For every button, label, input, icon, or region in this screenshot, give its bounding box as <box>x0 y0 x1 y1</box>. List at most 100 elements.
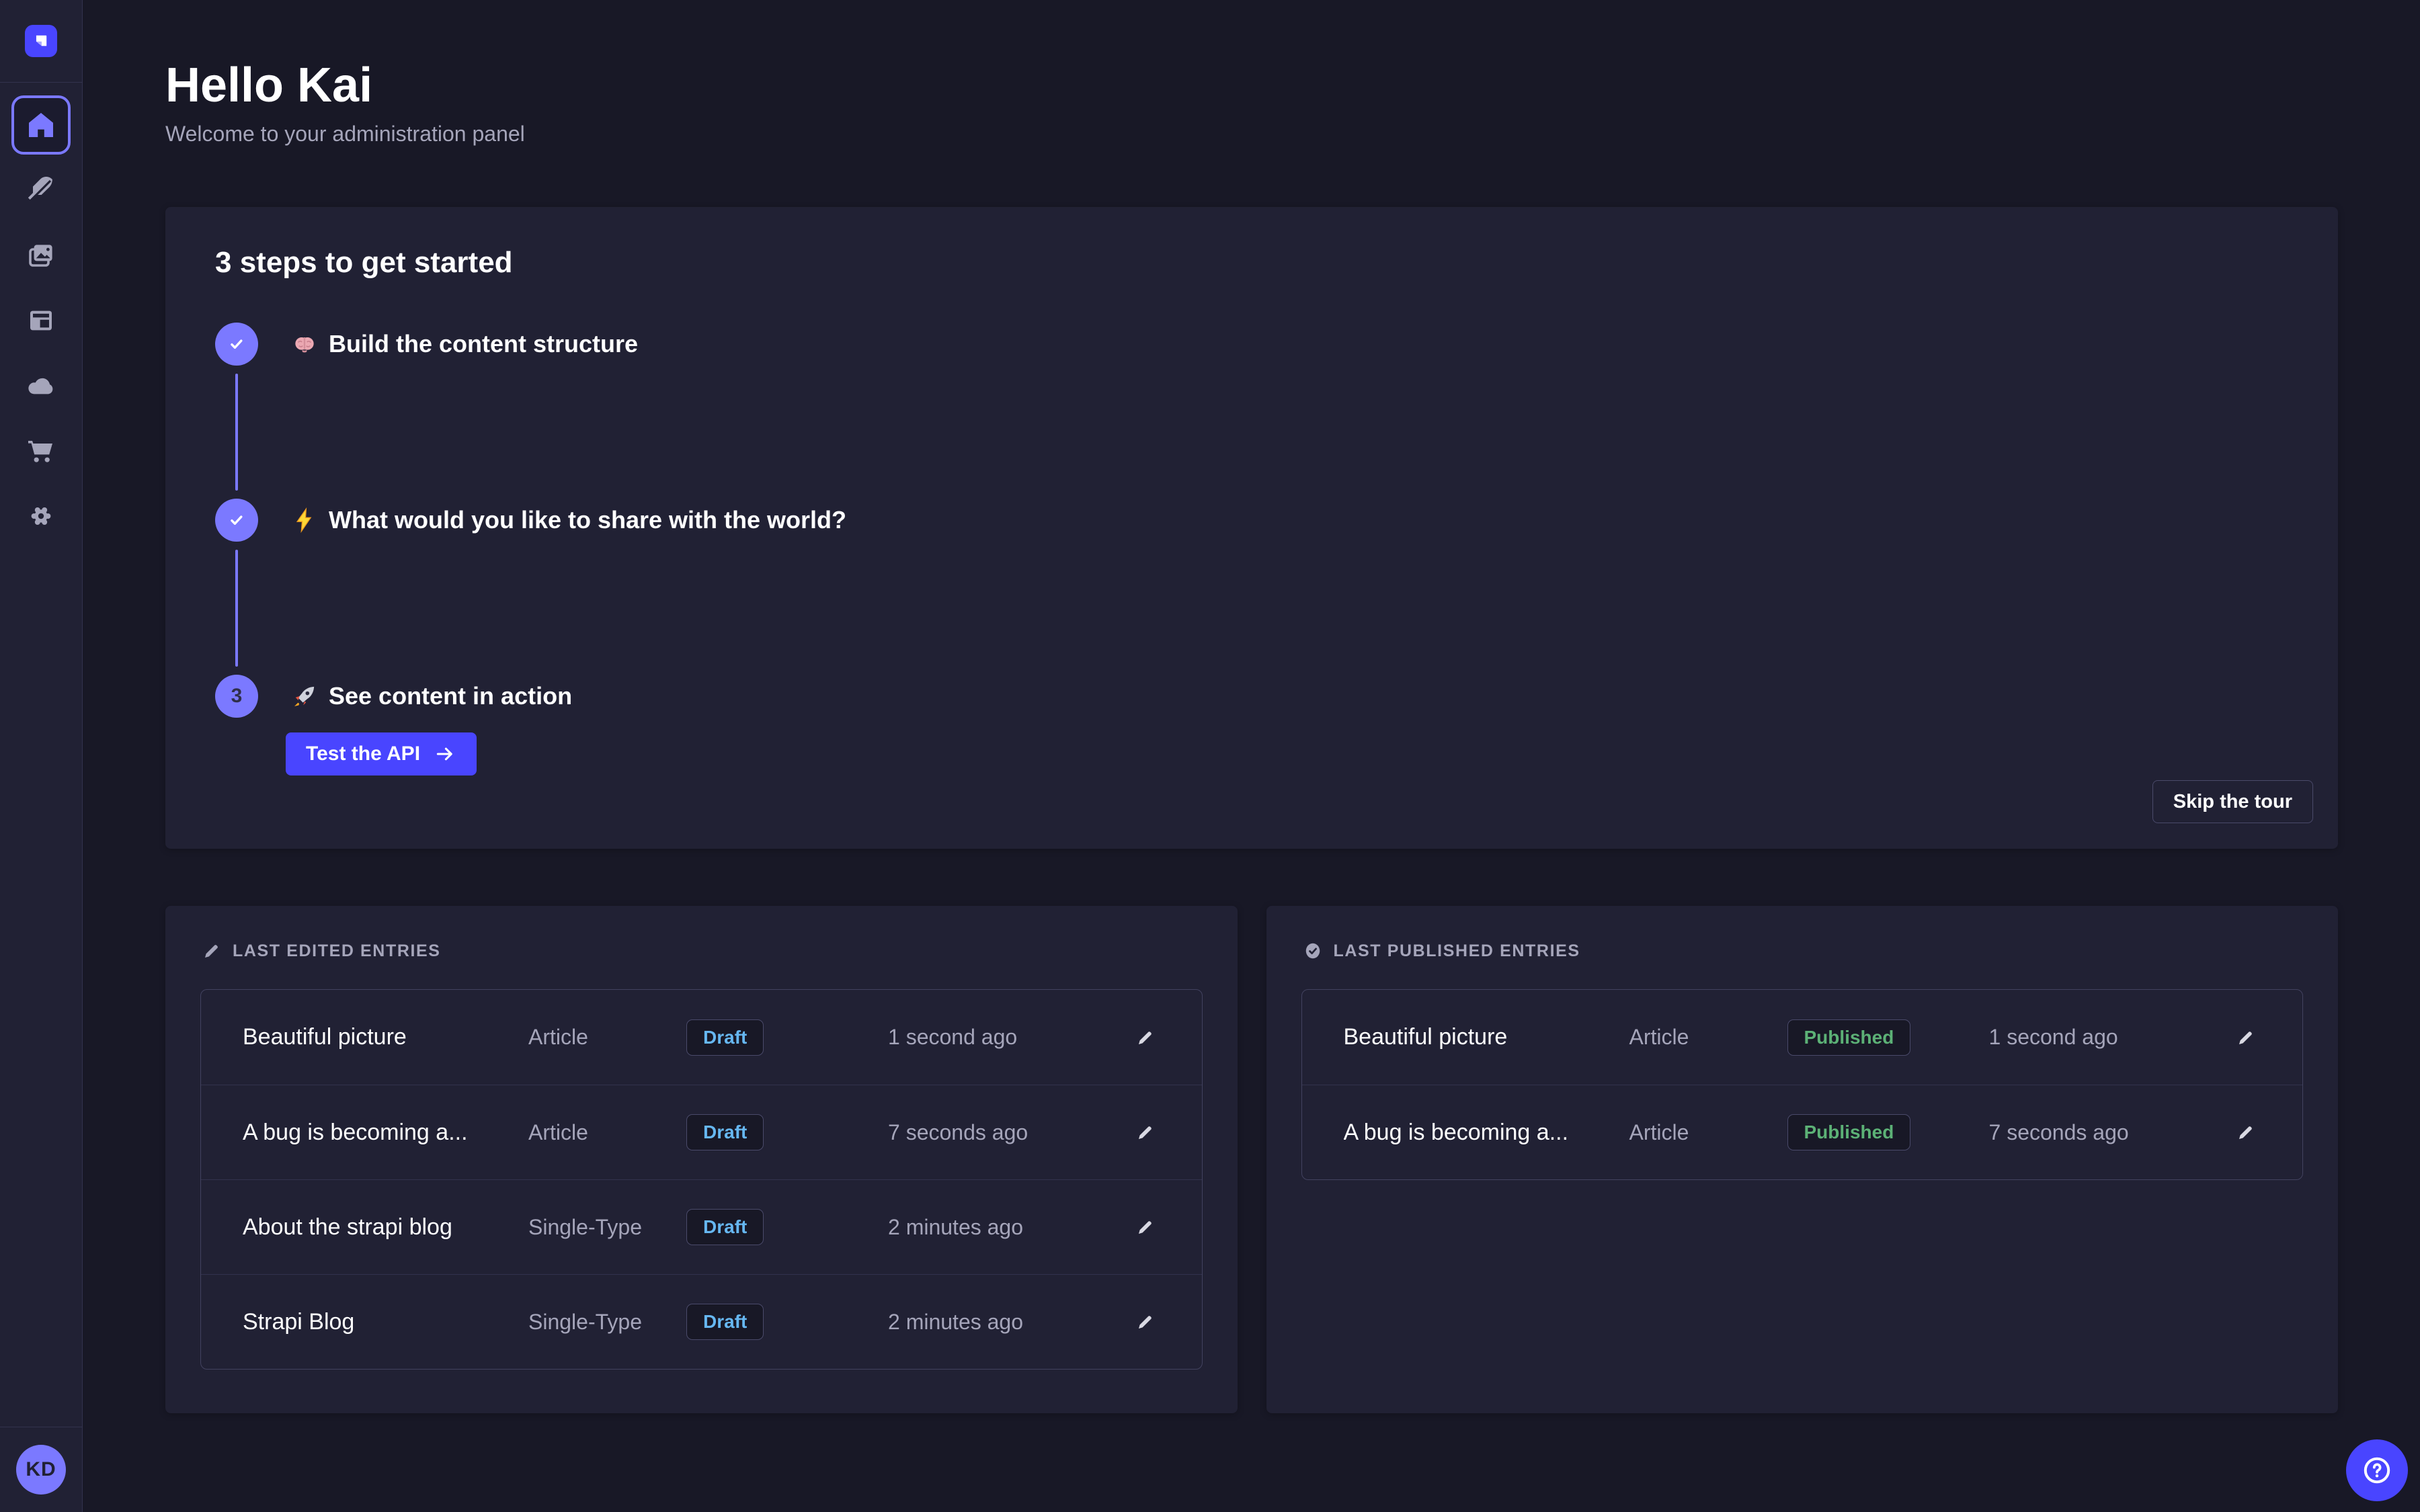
strapi-logo-icon <box>30 30 52 52</box>
main-content: Hello Kai Welcome to your administration… <box>83 0 2420 1413</box>
entry-type: Article <box>528 1120 686 1145</box>
avatar[interactable]: KD <box>16 1445 66 1495</box>
table-row[interactable]: About the strapi blog Single-Type Draft … <box>201 1179 1202 1274</box>
edit-entry-button[interactable] <box>2231 1118 2261 1147</box>
entry-type: Single-Type <box>528 1310 686 1335</box>
sidebar-item-media-library[interactable] <box>11 226 71 285</box>
tour-step: 3 <box>215 675 2288 718</box>
pencil-icon <box>2235 1121 2257 1144</box>
entry-time: 7 seconds ago <box>888 1120 1117 1145</box>
entry-title: A bug is becoming a... <box>1344 1120 1629 1146</box>
status-badge: Draft <box>686 1114 764 1150</box>
last-published-card: LAST PUBLISHED ENTRIES Beautiful picture… <box>1266 906 2339 1413</box>
sidebar-footer: KD <box>0 1427 82 1512</box>
table-row[interactable]: Beautiful picture Article Draft 1 second… <box>201 990 1202 1085</box>
sidebar-item-home[interactable] <box>11 95 71 155</box>
sidebar-item-content-manager[interactable] <box>11 291 71 350</box>
guided-tour-card: 3 steps to get started 1 <box>165 207 2338 849</box>
feather-icon <box>25 174 57 206</box>
last-published-table: Beautiful picture Article Published 1 se… <box>1301 989 2304 1180</box>
entry-title: Beautiful picture <box>243 1024 528 1050</box>
entry-type: Article <box>528 1025 686 1050</box>
pencil-icon <box>1135 1121 1156 1144</box>
step-indicator: 2 <box>215 499 258 542</box>
test-api-button[interactable]: Test the API <box>286 732 477 775</box>
step-number: 3 <box>231 685 243 708</box>
skip-tour-button[interactable]: Skip the tour <box>2152 780 2313 823</box>
last-edited-card: LAST EDITED ENTRIES Beautiful picture Ar… <box>165 906 1238 1413</box>
pencil-icon <box>1135 1216 1156 1238</box>
entry-title: A bug is becoming a... <box>243 1120 528 1146</box>
last-published-title: LAST PUBLISHED ENTRIES <box>1334 941 1580 961</box>
status-badge: Published <box>1787 1019 1911 1056</box>
sidebar-item-marketplace[interactable] <box>11 421 71 480</box>
page-subtitle: Welcome to your administration panel <box>165 122 2338 146</box>
entry-title: Beautiful picture <box>1344 1024 1629 1050</box>
entry-time: 7 seconds ago <box>1989 1120 2218 1145</box>
entry-time: 2 minutes ago <box>888 1215 1117 1240</box>
check-icon <box>225 333 248 355</box>
table-row[interactable]: Beautiful picture Article Published 1 se… <box>1302 990 2303 1085</box>
question-icon <box>2361 1454 2393 1486</box>
tour-step: 2 What would <box>215 499 2288 675</box>
sidebar-item-settings[interactable] <box>11 487 71 546</box>
test-api-label: Test the API <box>306 743 420 765</box>
logo-section <box>0 0 82 83</box>
lightning-icon <box>291 507 318 534</box>
rocket-icon <box>291 683 318 710</box>
guided-tour-title: 3 steps to get started <box>215 246 2288 280</box>
cart-icon <box>25 435 57 467</box>
sidebar-item-cloud[interactable] <box>11 356 71 415</box>
entry-type: Article <box>1629 1025 1787 1050</box>
edit-entry-button[interactable] <box>1131 1307 1160 1337</box>
step-label: What would you like to share with the wo… <box>329 506 846 534</box>
step-connector <box>235 550 238 667</box>
layout-icon <box>25 304 57 337</box>
edit-entry-button[interactable] <box>1131 1212 1160 1242</box>
tour-step: 1 <box>215 323 2288 499</box>
arrow-right-icon <box>434 743 456 765</box>
home-icon <box>25 109 57 141</box>
status-badge: Draft <box>686 1019 764 1056</box>
pencil-icon <box>1135 1310 1156 1333</box>
last-edited-title: LAST EDITED ENTRIES <box>233 941 441 961</box>
entry-time: 2 minutes ago <box>888 1310 1117 1335</box>
edit-entry-button[interactable] <box>1131 1023 1160 1052</box>
step-indicator: 1 <box>215 323 258 366</box>
gear-icon <box>25 500 57 532</box>
step-label: Build the content structure <box>329 330 638 358</box>
edit-entry-button[interactable] <box>2231 1023 2261 1052</box>
strapi-logo[interactable] <box>25 25 57 57</box>
check-circle-icon <box>1303 941 1323 961</box>
table-row[interactable]: Strapi Blog Single-Type Draft 2 minutes … <box>201 1274 1202 1369</box>
check-icon <box>225 509 248 532</box>
entry-title: About the strapi blog <box>243 1214 528 1241</box>
status-badge: Published <box>1787 1114 1911 1150</box>
entry-type: Single-Type <box>528 1215 686 1240</box>
last-edited-table: Beautiful picture Article Draft 1 second… <box>200 989 1203 1370</box>
step-label: See content in action <box>329 682 572 710</box>
pencil-icon <box>2235 1026 2257 1049</box>
pencil-icon <box>202 941 222 961</box>
entry-time: 1 second ago <box>1989 1025 2218 1050</box>
entry-title: Strapi Blog <box>243 1309 528 1335</box>
entry-type: Article <box>1629 1120 1787 1145</box>
step-indicator: 3 <box>215 675 258 718</box>
images-icon <box>25 239 57 271</box>
table-row[interactable]: A bug is becoming a... Article Published… <box>1302 1085 2303 1179</box>
edit-entry-button[interactable] <box>1131 1118 1160 1147</box>
sidebar-item-content-type-builder[interactable] <box>11 161 71 220</box>
sidebar: KD <box>0 0 83 1512</box>
sidebar-nav <box>11 95 71 546</box>
brain-icon <box>291 331 318 358</box>
step-connector <box>235 374 238 491</box>
help-button[interactable] <box>2346 1439 2408 1501</box>
status-badge: Draft <box>686 1209 764 1245</box>
pencil-icon <box>1135 1026 1156 1049</box>
entry-time: 1 second ago <box>888 1025 1117 1050</box>
table-row[interactable]: A bug is becoming a... Article Draft 7 s… <box>201 1085 1202 1179</box>
status-badge: Draft <box>686 1304 764 1340</box>
page-title: Hello Kai <box>165 59 2338 112</box>
entries-row: LAST EDITED ENTRIES Beautiful picture Ar… <box>165 906 2338 1413</box>
guided-tour-steps: 1 <box>215 323 2288 718</box>
